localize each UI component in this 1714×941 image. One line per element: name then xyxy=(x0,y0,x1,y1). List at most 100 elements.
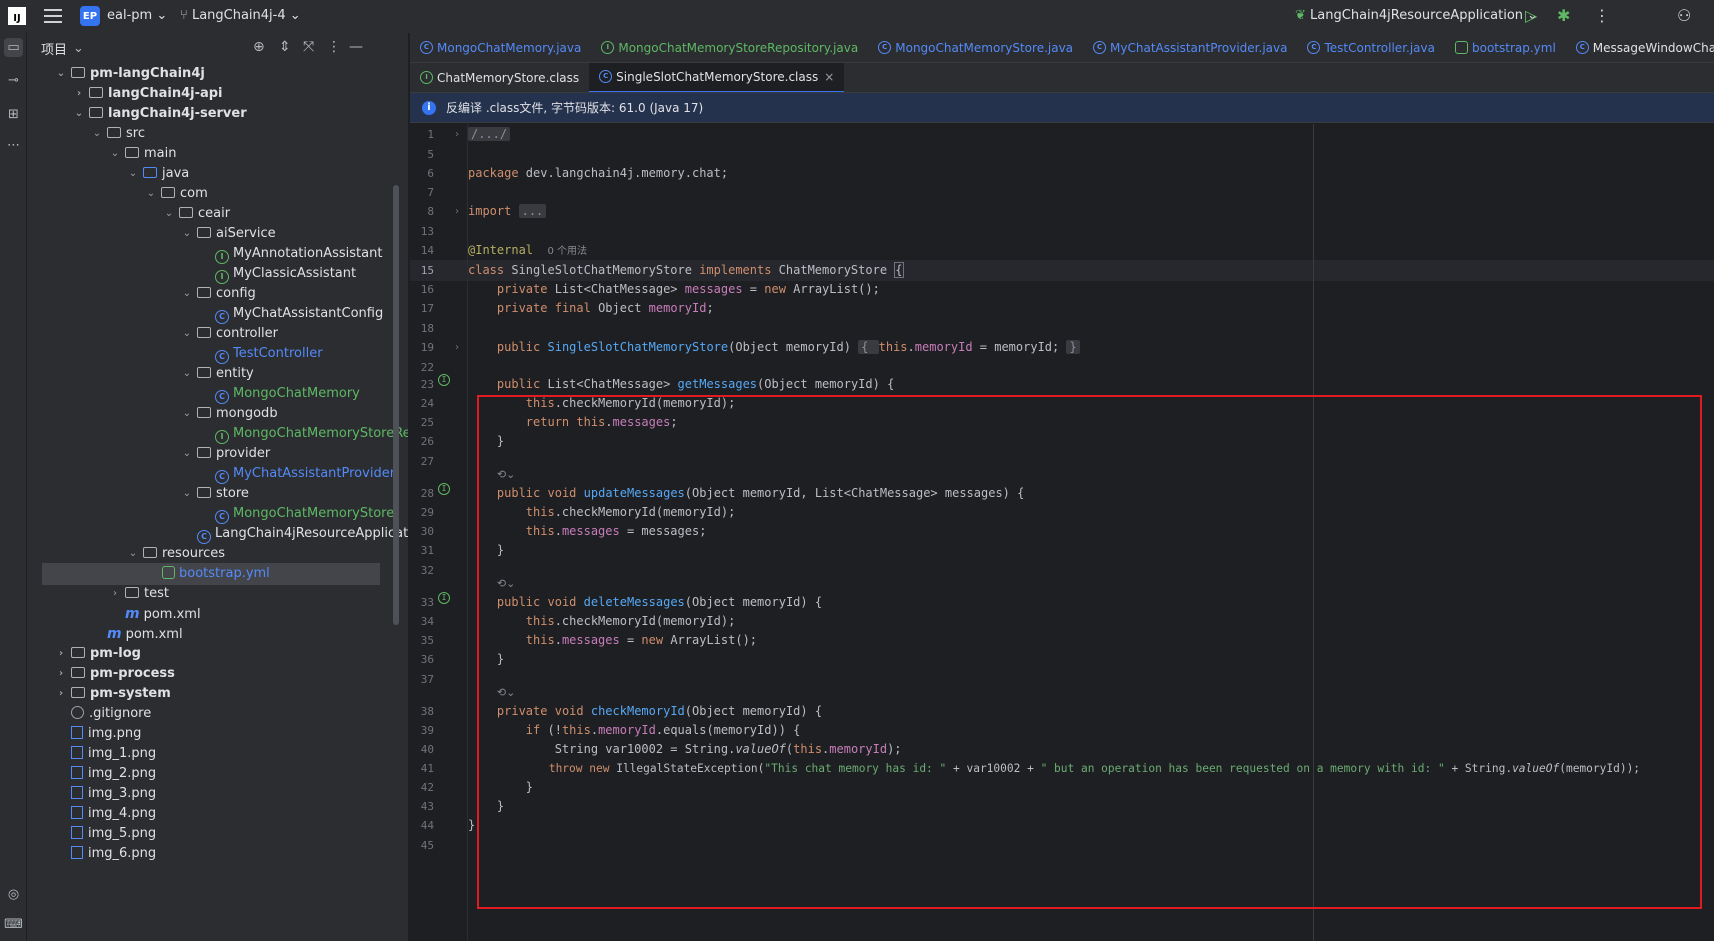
image-file-icon xyxy=(71,766,83,779)
tree-item[interactable]: m pom.xml xyxy=(91,623,183,645)
tree-item[interactable]: ⌄ src xyxy=(91,123,145,145)
tree-item[interactable]: C MyChatAssistantProvider xyxy=(199,463,395,485)
tree-item[interactable]: img_4.png xyxy=(55,803,156,825)
add-user-icon[interactable]: ⚇ xyxy=(1677,6,1691,25)
hide-icon[interactable]: — xyxy=(349,39,363,55)
tree-item[interactable]: bootstrap.yml xyxy=(42,563,380,585)
class-name: SingleSlotChatMemoryStore xyxy=(504,263,700,277)
run-config-selector[interactable]: ❦ LangChain4jResourceApplication ⌄ xyxy=(1295,8,1538,23)
tab-chatmemorystore[interactable]: I ChatMemoryStore.class xyxy=(410,63,589,92)
tree-item[interactable]: C MongoChatMemoryStore xyxy=(199,503,394,525)
main-menu-icon[interactable] xyxy=(44,9,62,23)
tree-item[interactable]: ⌄ langChain4j-server xyxy=(73,103,247,125)
tree-item[interactable]: ⌄ main xyxy=(109,143,177,165)
branch-switcher[interactable]: ⑂ LangChain4j-4 ⌄ xyxy=(180,8,301,23)
tree-label: .gitignore xyxy=(89,706,152,721)
tree-item[interactable]: img_3.png xyxy=(55,783,156,805)
keyword: private xyxy=(496,282,548,296)
tree-item[interactable]: C MyChatAssistantConfig xyxy=(199,303,383,325)
tree-item[interactable]: C LangChain4jResourceApplication xyxy=(181,523,408,545)
more-icon[interactable]: ⋮ xyxy=(1594,6,1610,25)
implements-marker-icon[interactable]: I xyxy=(438,592,450,604)
tab-testcontroller[interactable]: C TestController.java xyxy=(1297,33,1445,62)
fold-icon[interactable]: › xyxy=(454,201,460,222)
tree-item[interactable]: ⌄ pm-langChain4j xyxy=(55,63,205,85)
tree-item[interactable]: ⌄ mongodb xyxy=(181,403,278,425)
tree-item[interactable]: m pom.xml xyxy=(109,603,201,625)
tree-item[interactable]: img.png xyxy=(55,723,141,745)
tree-item[interactable]: img_6.png xyxy=(55,843,156,865)
locate-icon[interactable]: ⊕ xyxy=(253,39,265,55)
tab-singleslotchatmemorystore[interactable]: C SingleSlotChatMemoryStore.class × xyxy=(589,63,845,92)
chevron-down-icon[interactable]: ⌄ xyxy=(73,41,84,56)
tree-item[interactable]: C MongoChatMemory xyxy=(199,383,360,405)
image-file-icon xyxy=(71,806,83,819)
code-text: . xyxy=(907,340,915,354)
commit-icon[interactable]: ⊸ xyxy=(4,71,23,90)
options-icon[interactable]: ⋮ xyxy=(327,39,341,55)
tab-messagewindowchatmemory[interactable]: CMessageWindowChatMemory.class xyxy=(1566,33,1714,62)
tree-scrollbar[interactable] xyxy=(393,185,399,625)
tree-item[interactable]: › pm-log xyxy=(55,643,141,665)
services-icon[interactable]: ◎ xyxy=(4,885,23,904)
line-number: 43 xyxy=(420,800,434,813)
line-number: 35 xyxy=(420,634,434,647)
project-badge[interactable]: EP xyxy=(80,6,100,26)
tree-item[interactable]: › pm-process xyxy=(55,663,175,685)
tree-item[interactable]: I MyClassicAssistant xyxy=(199,263,356,285)
collapse-all-icon[interactable]: ⤧ xyxy=(303,39,314,55)
highlight-box xyxy=(477,395,1702,909)
folded-imports[interactable]: ... xyxy=(518,204,547,218)
tree-item[interactable]: ⌄ java xyxy=(127,163,189,185)
fold-icon[interactable]: › xyxy=(454,124,460,145)
tree-item[interactable]: ⌄ config xyxy=(181,283,256,305)
code-editor[interactable]: 1 5 6 7 8 13 14 15 16 17 18 19 22 23 24 25 26 27 28 29 30 31 3… xyxy=(410,124,1714,941)
tree-item[interactable]: img_2.png xyxy=(55,763,156,785)
tab-mongochatmemorystorerepository[interactable]: I MongoChatMemoryStoreRepository.java xyxy=(591,33,868,62)
tree-item[interactable]: ⌄ aiService xyxy=(181,223,276,245)
tab-mongochatmemory[interactable]: C MongoChatMemory.java xyxy=(410,33,591,62)
tree-item[interactable]: › pm-system xyxy=(55,683,171,705)
tree-item[interactable]: ⌄ provider xyxy=(181,443,270,465)
terminal-icon[interactable]: ⌨ xyxy=(4,915,23,934)
tree-item[interactable]: img_5.png xyxy=(55,823,156,845)
tree-item[interactable]: img_1.png xyxy=(55,743,156,765)
tree-item[interactable]: › langChain4j-api xyxy=(73,83,223,105)
code-text: = memoryId; xyxy=(972,340,1067,354)
folded-comment[interactable]: /.../ xyxy=(468,127,511,141)
tree-item[interactable]: ⌄ entity xyxy=(181,363,254,385)
line-number: 15 xyxy=(420,264,434,277)
ide-logo-icon[interactable]: IJ xyxy=(8,7,26,25)
package-icon xyxy=(161,187,175,198)
more-tools-icon[interactable]: ⋯ xyxy=(4,136,23,155)
tree-item[interactable]: › test xyxy=(109,583,169,605)
tree-item[interactable]: .gitignore xyxy=(55,703,151,725)
tree-item[interactable]: I MyAnnotationAssistant xyxy=(199,243,382,265)
implements-marker-icon[interactable]: I xyxy=(438,483,450,495)
line-number: 28 xyxy=(420,487,434,500)
line-number: 7 xyxy=(427,186,434,199)
close-icon[interactable]: × xyxy=(824,70,834,84)
tree-item[interactable]: ⌄ controller xyxy=(181,323,278,345)
implements-marker-icon[interactable]: I xyxy=(438,374,450,386)
expand-all-icon[interactable]: ⇕ xyxy=(279,39,291,55)
tree-item[interactable]: C TestController xyxy=(199,343,323,365)
tree-item[interactable]: ⌄ com xyxy=(145,183,208,205)
tree-item[interactable]: ⌄ resources xyxy=(127,543,225,565)
project-panel-title[interactable]: 项目 xyxy=(41,39,67,58)
package-icon xyxy=(197,327,211,338)
run-icon[interactable]: ▷ xyxy=(1525,6,1537,25)
debug-icon[interactable]: ✱ xyxy=(1557,6,1570,25)
tree-item[interactable]: I MongoChatMemoryStoreRepository xyxy=(199,423,408,445)
usages-hint[interactable]: 0 个用法 xyxy=(547,246,587,257)
fold-icon[interactable]: › xyxy=(454,337,460,358)
tree-item[interactable]: ⌄ store xyxy=(181,483,249,505)
folder-icon[interactable]: ▭ xyxy=(4,38,23,57)
line-number: 42 xyxy=(420,781,434,794)
tab-bootstrap-yml[interactable]: bootstrap.yml xyxy=(1445,33,1566,62)
tab-mongochatmemorystore[interactable]: C MongoChatMemoryStore.java xyxy=(868,33,1083,62)
tree-item[interactable]: ⌄ ceair xyxy=(163,203,230,225)
project-switcher[interactable]: eal-pm ⌄ xyxy=(107,8,167,23)
structure-icon[interactable]: ⊞ xyxy=(4,105,23,124)
tab-mychatassistantprovider[interactable]: C MyChatAssistantProvider.java xyxy=(1083,33,1297,62)
